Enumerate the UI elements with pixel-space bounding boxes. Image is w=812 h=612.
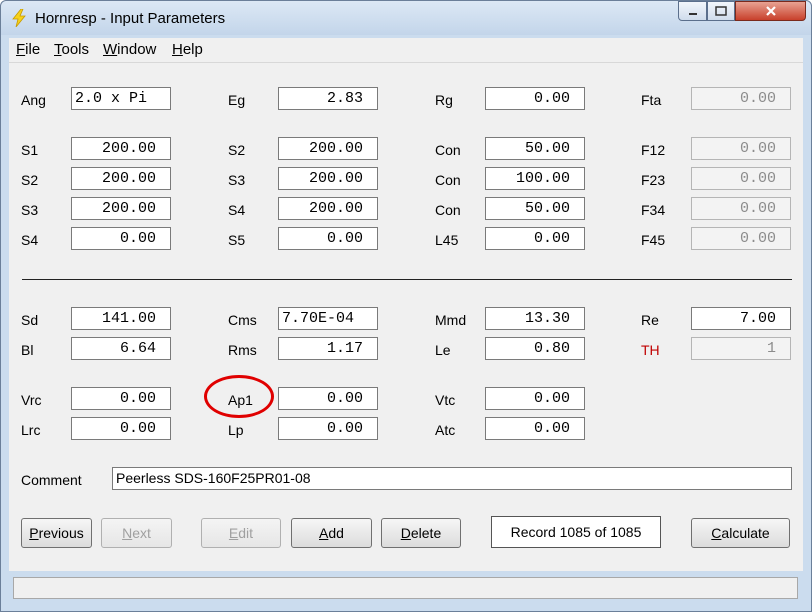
edit-button: Edit <box>201 518 281 548</box>
s1-label: S1 <box>21 142 39 158</box>
lightning-bolt-icon <box>12 9 26 27</box>
ang-label: Ang <box>21 92 46 108</box>
ap1-field[interactable]: 0.00 <box>278 387 378 410</box>
atc-label: Atc <box>435 422 456 438</box>
lrc-field[interactable]: 0.00 <box>71 417 171 440</box>
title-bar[interactable]: Hornresp - Input Parameters <box>1 1 811 35</box>
f45-field: 0.00 <box>691 227 791 250</box>
record-indicator: Record 1085 of 1085 <box>491 516 661 548</box>
cms-label: Cms <box>228 312 257 328</box>
s5-label: S5 <box>228 232 246 248</box>
rms-label: Rms <box>228 342 257 358</box>
s4-field[interactable]: 0.00 <box>71 227 171 250</box>
s4-label: S4 <box>21 232 39 248</box>
close-button[interactable] <box>735 1 806 21</box>
re-field[interactable]: 7.00 <box>691 307 791 330</box>
s5-field[interactable]: 0.00 <box>278 227 378 250</box>
vrc-label: Vrc <box>21 392 42 408</box>
th-field: 1 <box>691 337 791 360</box>
cms-field[interactable]: 7.70E-04 <box>278 307 378 330</box>
f12-field: 0.00 <box>691 137 791 160</box>
lrc-label: Lrc <box>21 422 41 438</box>
s3-field[interactable]: 200.00 <box>278 167 378 190</box>
eg-field[interactable]: 2.83 <box>278 87 378 110</box>
vtc-field[interactable]: 0.00 <box>485 387 585 410</box>
s4-field[interactable]: 200.00 <box>278 197 378 220</box>
le-field[interactable]: 0.80 <box>485 337 585 360</box>
comment-label: Comment <box>21 472 82 488</box>
menu-file[interactable]: File <box>16 41 40 58</box>
l45-label: L45 <box>435 232 459 248</box>
s4-label: S4 <box>228 202 246 218</box>
menu-help[interactable]: Help <box>172 41 203 58</box>
minimize-button[interactable] <box>678 1 707 21</box>
input-parameters-panel: Ang 2.0 x Pi Eg 2.83 Rg 0.00 Fta 0.00 S1… <box>9 63 803 571</box>
l45-field[interactable]: 0.00 <box>485 227 585 250</box>
rg-label: Rg <box>435 92 453 108</box>
lp-field[interactable]: 0.00 <box>278 417 378 440</box>
ang-field[interactable]: 2.0 x Pi <box>71 87 171 110</box>
comment-field[interactable]: Peerless SDS-160F25PR01-08 <box>112 467 792 490</box>
bl-field[interactable]: 6.64 <box>71 337 171 360</box>
menu-tools[interactable]: Tools <box>54 41 89 58</box>
previous-button[interactable]: Previous <box>21 518 92 548</box>
con-label: Con <box>435 202 461 218</box>
rg-field[interactable]: 0.00 <box>485 87 585 110</box>
vrc-field[interactable]: 0.00 <box>71 387 171 410</box>
con-field[interactable]: 100.00 <box>485 167 585 190</box>
close-icon <box>765 6 776 16</box>
f23-field: 0.00 <box>691 167 791 190</box>
con-label: Con <box>435 142 461 158</box>
app-window: Hornresp - Input Parameters File Tools W… <box>0 0 812 612</box>
f12-label: F12 <box>641 142 666 158</box>
s2-label: S2 <box>21 172 39 188</box>
f45-label: F45 <box>641 232 666 248</box>
vtc-label: Vtc <box>435 392 456 408</box>
section-divider <box>22 279 792 280</box>
con-field[interactable]: 50.00 <box>485 197 585 220</box>
delete-button[interactable]: Delete <box>381 518 461 548</box>
f23-label: F23 <box>641 172 666 188</box>
menu-bar: File Tools Window Help <box>9 38 803 63</box>
f34-field: 0.00 <box>691 197 791 220</box>
fta-label: Fta <box>641 92 662 108</box>
mmd-label: Mmd <box>435 312 467 328</box>
th-label[interactable]: TH <box>641 341 660 359</box>
next-button: Next <box>101 518 172 548</box>
status-bar <box>13 577 798 599</box>
s2-field[interactable]: 200.00 <box>278 137 378 160</box>
atc-field[interactable]: 0.00 <box>485 417 585 440</box>
bl-label: Bl <box>21 342 34 358</box>
s3-label: S3 <box>228 172 246 188</box>
add-button[interactable]: Add <box>291 518 372 548</box>
mmd-field[interactable]: 13.30 <box>485 307 585 330</box>
eg-label: Eg <box>228 92 246 108</box>
s3-field[interactable]: 200.00 <box>71 197 171 220</box>
sd-field[interactable]: 141.00 <box>71 307 171 330</box>
highlight-annotation <box>204 375 274 418</box>
menu-window[interactable]: Window <box>103 41 156 58</box>
window-title: Hornresp - Input Parameters <box>35 10 226 27</box>
fta-field: 0.00 <box>691 87 791 110</box>
f34-label: F34 <box>641 202 666 218</box>
le-label: Le <box>435 342 451 358</box>
minimize-icon <box>688 13 697 15</box>
s3-label: S3 <box>21 202 39 218</box>
maximize-icon <box>715 6 727 16</box>
re-label: Re <box>641 312 659 328</box>
maximize-button[interactable] <box>707 1 735 21</box>
calculate-button[interactable]: Calculate <box>691 518 790 548</box>
rms-field[interactable]: 1.17 <box>278 337 378 360</box>
sd-label: Sd <box>21 312 39 328</box>
con-field[interactable]: 50.00 <box>485 137 585 160</box>
con-label: Con <box>435 172 461 188</box>
s2-label: S2 <box>228 142 246 158</box>
lp-label: Lp <box>228 422 244 438</box>
s2-field[interactable]: 200.00 <box>71 167 171 190</box>
s1-field[interactable]: 200.00 <box>71 137 171 160</box>
